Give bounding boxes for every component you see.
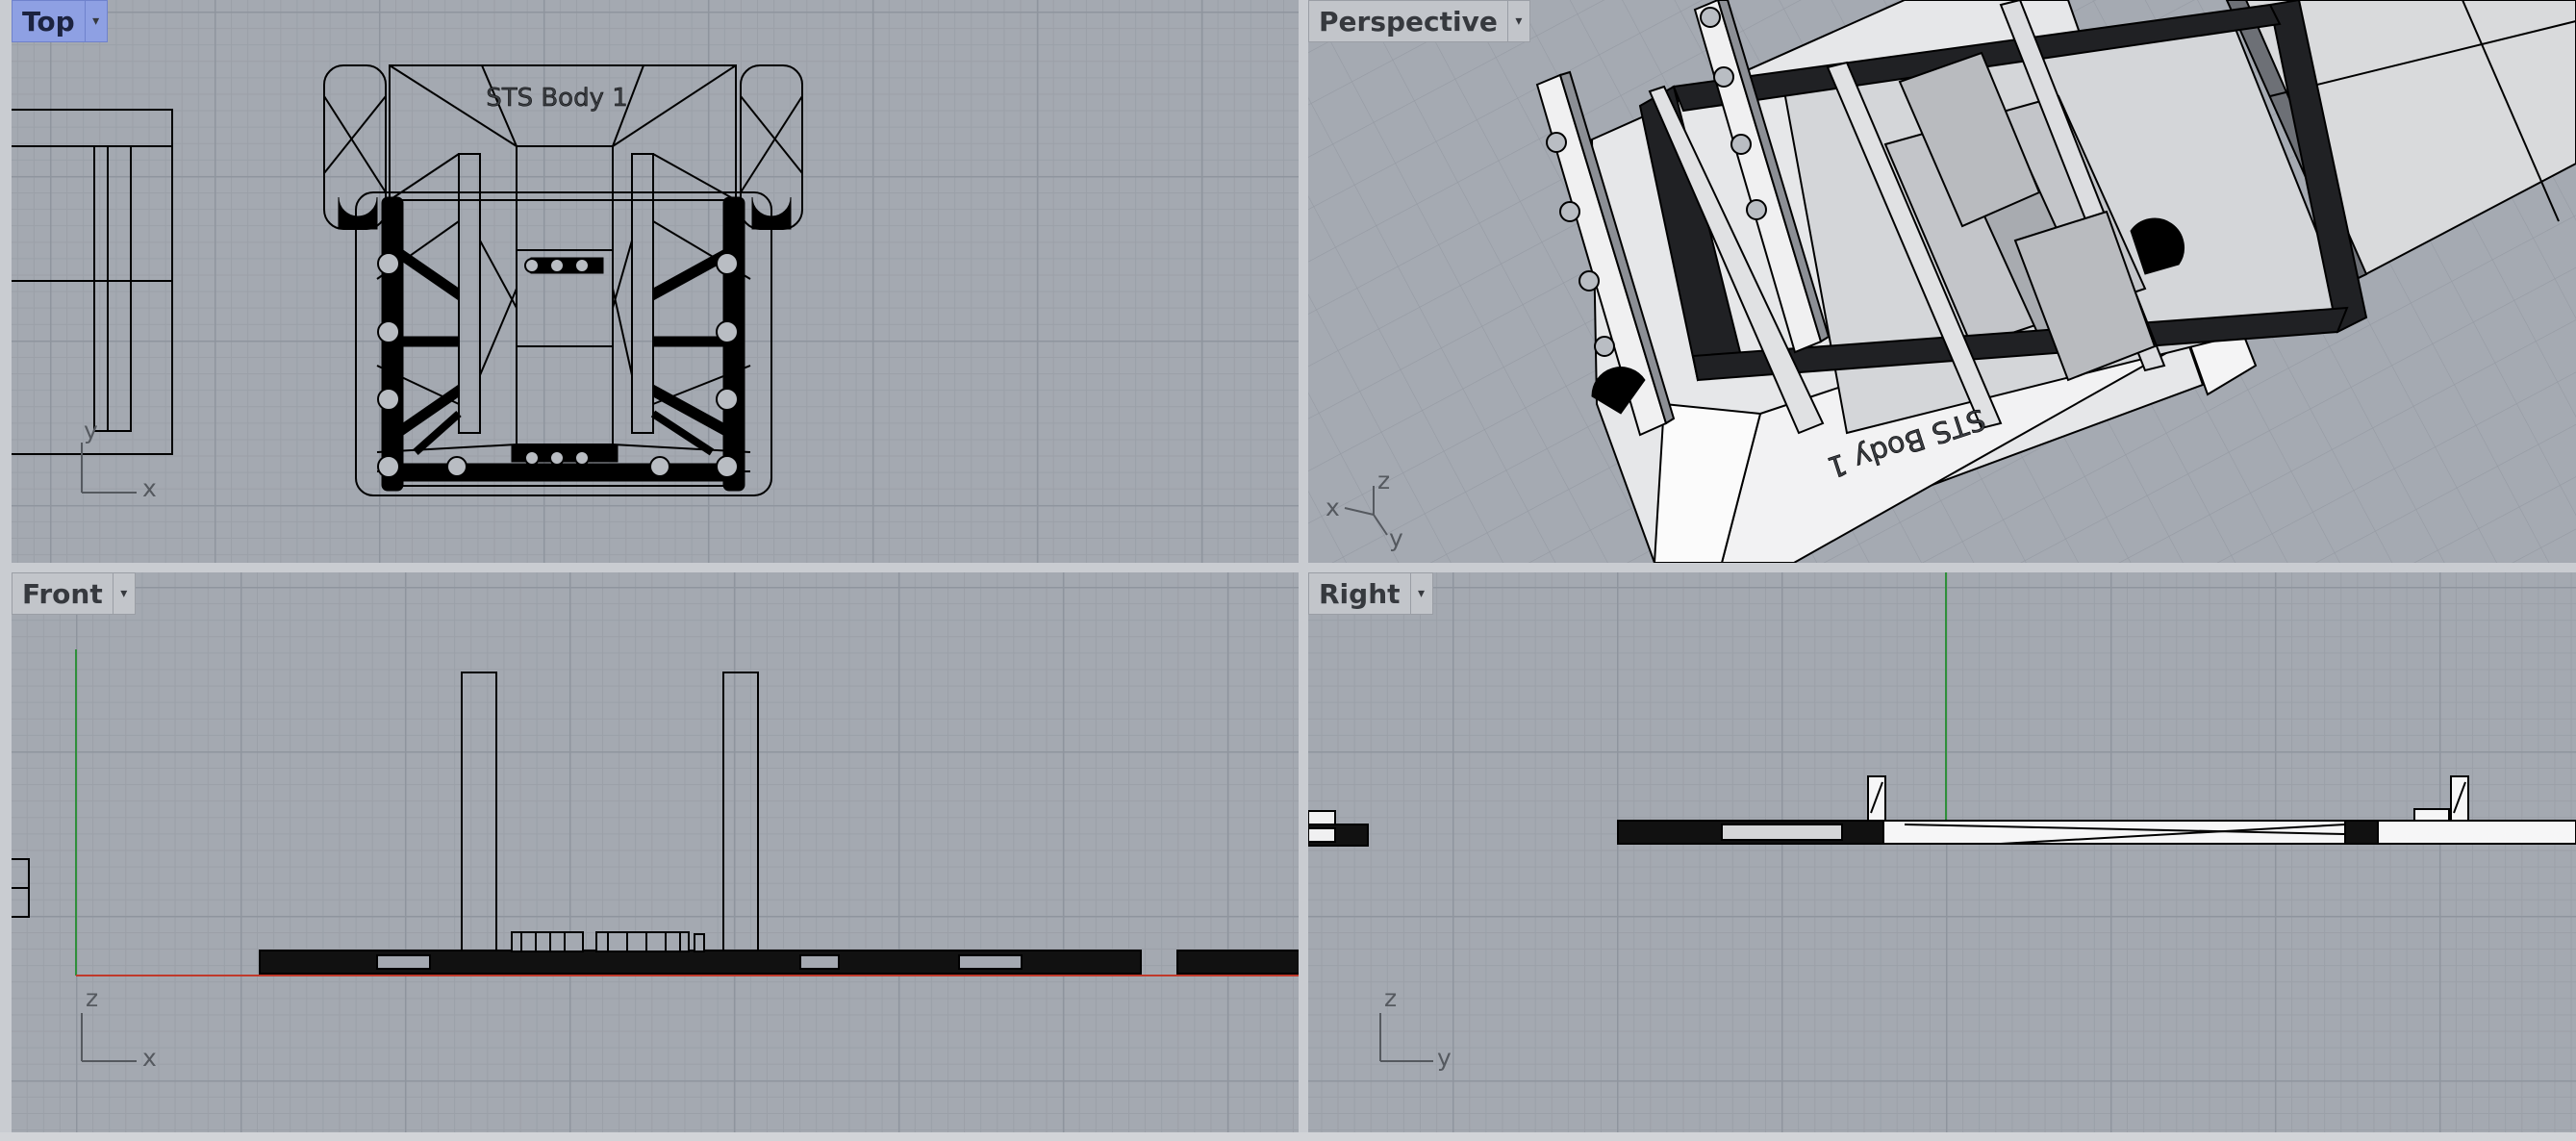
top-viewport-title[interactable]: Top xyxy=(12,0,85,42)
front-viewport[interactable]: z x Front ▾ xyxy=(12,572,1299,1132)
top-model-label: STS Body 1 xyxy=(486,84,628,113)
top-side-object xyxy=(12,109,173,455)
right-viewport-tab[interactable]: Right ▾ xyxy=(1308,572,1433,615)
front-view-canvas[interactable]: z x xyxy=(12,572,1299,1132)
front-pillars xyxy=(461,672,759,954)
perspective-axis-x-label: x xyxy=(1326,494,1340,521)
perspective-axis-y-label: y xyxy=(1389,524,1403,552)
top-viewport-menu-button[interactable]: ▾ xyxy=(84,0,108,42)
chevron-down-icon: ▾ xyxy=(1418,586,1426,601)
top-viewport[interactable]: STS Body 1 y x Top ▾ xyxy=(12,0,1299,563)
top-view-canvas[interactable]: STS Body 1 y x xyxy=(12,0,1299,563)
right-viewport-title[interactable]: Right xyxy=(1308,572,1410,615)
perspective-viewport-tab[interactable]: Perspective ▾ xyxy=(1308,0,1530,42)
top-viewport-tab[interactable]: Top ▾ xyxy=(12,0,108,42)
front-axis-x-label: x xyxy=(142,1044,157,1072)
top-axis-icon xyxy=(81,443,137,494)
right-viewport-menu-button[interactable]: ▾ xyxy=(1409,572,1433,615)
chevron-down-icon: ▾ xyxy=(92,13,100,29)
chevron-down-icon: ▾ xyxy=(120,586,128,601)
perspective-viewport-menu-button[interactable]: ▾ xyxy=(1506,0,1530,42)
front-axis-z-label: z xyxy=(86,984,98,1012)
front-left-object xyxy=(12,858,30,918)
right-body-profile xyxy=(1617,775,2576,845)
perspective-viewport[interactable]: STS Body 1 z x y Perspective ▾ xyxy=(1308,0,2576,563)
front-viewport-menu-button[interactable]: ▾ xyxy=(112,572,136,615)
top-body-rails xyxy=(338,196,792,492)
perspective-axis-z-label: z xyxy=(1377,467,1390,494)
right-left-object xyxy=(1308,810,1369,847)
right-axis-icon xyxy=(1379,1013,1433,1062)
window-left-edge xyxy=(0,0,12,1132)
right-axis-z-label: z xyxy=(1384,984,1397,1012)
front-axis-icon xyxy=(81,1013,137,1062)
right-view-canvas[interactable]: z y xyxy=(1308,572,2576,1132)
top-axis-x-label: x xyxy=(142,474,157,502)
front-viewport-title[interactable]: Front xyxy=(12,572,113,615)
front-body-profile xyxy=(259,931,1299,975)
right-viewport[interactable]: z y Right ▾ xyxy=(1308,572,2576,1132)
right-axis-y-label: y xyxy=(1437,1044,1452,1072)
status-strip xyxy=(0,1132,2576,1141)
perspective-view-canvas[interactable]: STS Body 1 z x y xyxy=(1308,0,2576,563)
perspective-viewport-title[interactable]: Perspective xyxy=(1308,0,1507,42)
front-viewport-tab[interactable]: Front ▾ xyxy=(12,572,136,615)
top-axis-y-label: y xyxy=(84,417,98,444)
chevron-down-icon: ▾ xyxy=(1515,13,1523,29)
